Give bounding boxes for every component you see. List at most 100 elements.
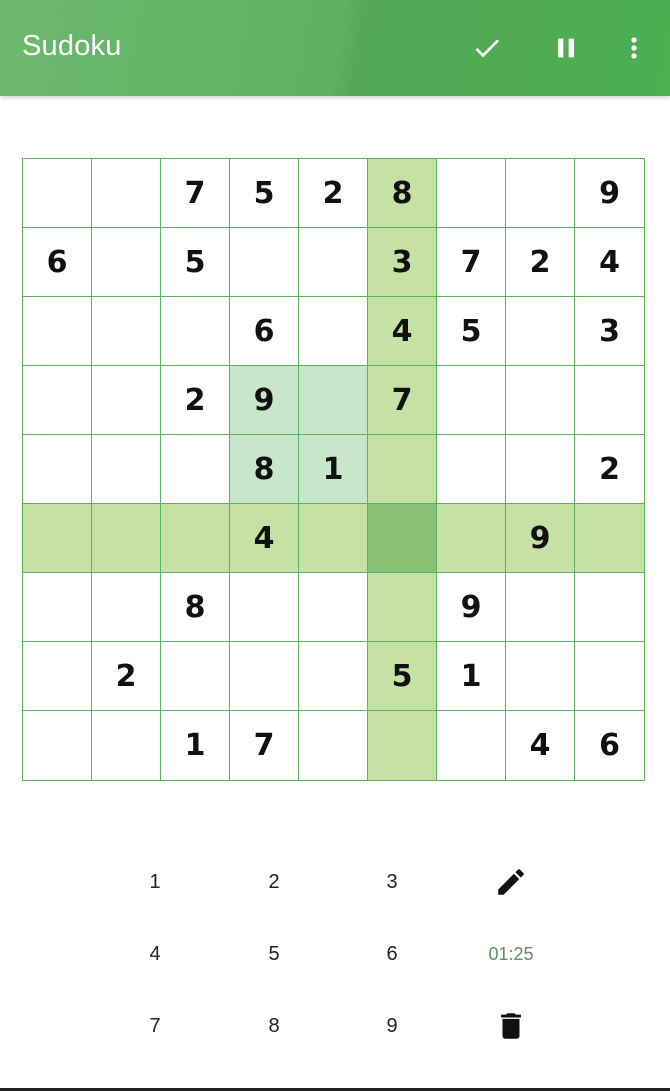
delete-button[interactable] bbox=[481, 996, 541, 1056]
cell-r5-c3[interactable] bbox=[161, 435, 230, 504]
cell-r1-c8[interactable] bbox=[506, 159, 575, 228]
cell-r9-c3[interactable]: 1 bbox=[161, 711, 230, 780]
cell-r4-c4[interactable]: 9 bbox=[230, 366, 299, 435]
cell-r5-c4[interactable]: 8 bbox=[230, 435, 299, 504]
cell-r5-c7[interactable] bbox=[437, 435, 506, 504]
app-bar: Sudoku bbox=[0, 0, 670, 96]
cell-r9-c6[interactable] bbox=[368, 711, 437, 780]
cell-r2-c8[interactable]: 2 bbox=[506, 228, 575, 297]
cell-r9-c5[interactable] bbox=[299, 711, 368, 780]
cell-r7-c8[interactable] bbox=[506, 573, 575, 642]
number-key-1[interactable]: 1 bbox=[125, 852, 185, 912]
pencil-button[interactable] bbox=[481, 852, 541, 912]
cell-r7-c9[interactable] bbox=[575, 573, 644, 642]
cell-r3-c8[interactable] bbox=[506, 297, 575, 366]
cell-r3-c5[interactable] bbox=[299, 297, 368, 366]
cell-r8-c7[interactable]: 1 bbox=[437, 642, 506, 711]
cell-r4-c1[interactable] bbox=[23, 366, 92, 435]
cell-r3-c3[interactable] bbox=[161, 297, 230, 366]
number-key-7[interactable]: 7 bbox=[125, 996, 185, 1056]
cell-r1-c2[interactable] bbox=[92, 159, 161, 228]
cell-r1-c5[interactable]: 2 bbox=[299, 159, 368, 228]
cell-r9-c2[interactable] bbox=[92, 711, 161, 780]
cell-r8-c4[interactable] bbox=[230, 642, 299, 711]
cell-r1-c7[interactable] bbox=[437, 159, 506, 228]
cell-r6-c7[interactable] bbox=[437, 504, 506, 573]
cell-r1-c1[interactable] bbox=[23, 159, 92, 228]
cell-r2-c4[interactable] bbox=[230, 228, 299, 297]
more-options-button[interactable] bbox=[612, 26, 656, 70]
cell-r5-c5[interactable]: 1 bbox=[299, 435, 368, 504]
cell-r8-c5[interactable] bbox=[299, 642, 368, 711]
cell-r5-c2[interactable] bbox=[92, 435, 161, 504]
cell-r7-c5[interactable] bbox=[299, 573, 368, 642]
cell-r6-c9[interactable] bbox=[575, 504, 644, 573]
cell-r7-c3[interactable]: 8 bbox=[161, 573, 230, 642]
cell-r1-c6[interactable]: 8 bbox=[368, 159, 437, 228]
cell-r7-c7[interactable]: 9 bbox=[437, 573, 506, 642]
cell-r7-c6[interactable] bbox=[368, 573, 437, 642]
cell-r6-c1[interactable] bbox=[23, 504, 92, 573]
cell-r7-c1[interactable] bbox=[23, 573, 92, 642]
cell-r3-c7[interactable]: 5 bbox=[437, 297, 506, 366]
cell-r4-c5[interactable] bbox=[299, 366, 368, 435]
cell-r5-c8[interactable] bbox=[506, 435, 575, 504]
cell-r3-c6[interactable]: 4 bbox=[368, 297, 437, 366]
check-icon bbox=[475, 39, 499, 58]
cell-r8-c2[interactable]: 2 bbox=[92, 642, 161, 711]
cell-r5-c9[interactable]: 2 bbox=[575, 435, 644, 504]
number-key-3[interactable]: 3 bbox=[362, 852, 422, 912]
cell-r5-c6[interactable] bbox=[368, 435, 437, 504]
cell-r6-c5[interactable] bbox=[299, 504, 368, 573]
cell-r6-c3[interactable] bbox=[161, 504, 230, 573]
cell-r9-c8[interactable]: 4 bbox=[506, 711, 575, 780]
cell-r1-c3[interactable]: 7 bbox=[161, 159, 230, 228]
cell-r2-c2[interactable] bbox=[92, 228, 161, 297]
cell-r4-c2[interactable] bbox=[92, 366, 161, 435]
cell-r3-c9[interactable]: 3 bbox=[575, 297, 644, 366]
number-key-8[interactable]: 8 bbox=[244, 996, 304, 1056]
cell-r8-c1[interactable] bbox=[23, 642, 92, 711]
cell-r4-c9[interactable] bbox=[575, 366, 644, 435]
cell-r1-c4[interactable]: 5 bbox=[230, 159, 299, 228]
cell-r6-c2[interactable] bbox=[92, 504, 161, 573]
cell-r7-c4[interactable] bbox=[230, 573, 299, 642]
cell-r4-c7[interactable] bbox=[437, 366, 506, 435]
pause-button[interactable] bbox=[544, 26, 588, 70]
number-key-6[interactable]: 6 bbox=[362, 924, 422, 984]
cell-r3-c4[interactable]: 6 bbox=[230, 297, 299, 366]
pause-icon bbox=[558, 38, 574, 58]
number-key-5[interactable]: 5 bbox=[244, 924, 304, 984]
cell-r2-c9[interactable]: 4 bbox=[575, 228, 644, 297]
cell-r2-c7[interactable]: 7 bbox=[437, 228, 506, 297]
cell-r6-c8[interactable]: 9 bbox=[506, 504, 575, 573]
cell-r2-c6[interactable]: 3 bbox=[368, 228, 437, 297]
cell-r8-c8[interactable] bbox=[506, 642, 575, 711]
cell-r7-c2[interactable] bbox=[92, 573, 161, 642]
cell-r5-c1[interactable] bbox=[23, 435, 92, 504]
cell-r9-c7[interactable] bbox=[437, 711, 506, 780]
more-vert-icon bbox=[631, 37, 637, 59]
cell-r6-c4[interactable]: 4 bbox=[230, 504, 299, 573]
cell-r4-c6[interactable]: 7 bbox=[368, 366, 437, 435]
cell-r2-c1[interactable]: 6 bbox=[23, 228, 92, 297]
cell-r8-c9[interactable] bbox=[575, 642, 644, 711]
cell-r4-c8[interactable] bbox=[506, 366, 575, 435]
cell-r9-c1[interactable] bbox=[23, 711, 92, 780]
number-key-4[interactable]: 4 bbox=[125, 924, 185, 984]
cell-r2-c3[interactable]: 5 bbox=[161, 228, 230, 297]
cell-r8-c3[interactable] bbox=[161, 642, 230, 711]
cell-r3-c1[interactable] bbox=[23, 297, 92, 366]
cell-r9-c9[interactable]: 6 bbox=[575, 711, 644, 780]
cell-r6-c6[interactable] bbox=[368, 504, 437, 573]
cell-r8-c6[interactable]: 5 bbox=[368, 642, 437, 711]
cell-r4-c3[interactable]: 2 bbox=[161, 366, 230, 435]
cell-r1-c9[interactable]: 9 bbox=[575, 159, 644, 228]
sudoku-board: 75289653724645329781249892511746 bbox=[22, 158, 645, 781]
cell-r9-c4[interactable]: 7 bbox=[230, 711, 299, 780]
check-button[interactable] bbox=[465, 26, 509, 70]
cell-r2-c5[interactable] bbox=[299, 228, 368, 297]
cell-r3-c2[interactable] bbox=[92, 297, 161, 366]
number-key-2[interactable]: 2 bbox=[244, 852, 304, 912]
number-key-9[interactable]: 9 bbox=[362, 996, 422, 1056]
